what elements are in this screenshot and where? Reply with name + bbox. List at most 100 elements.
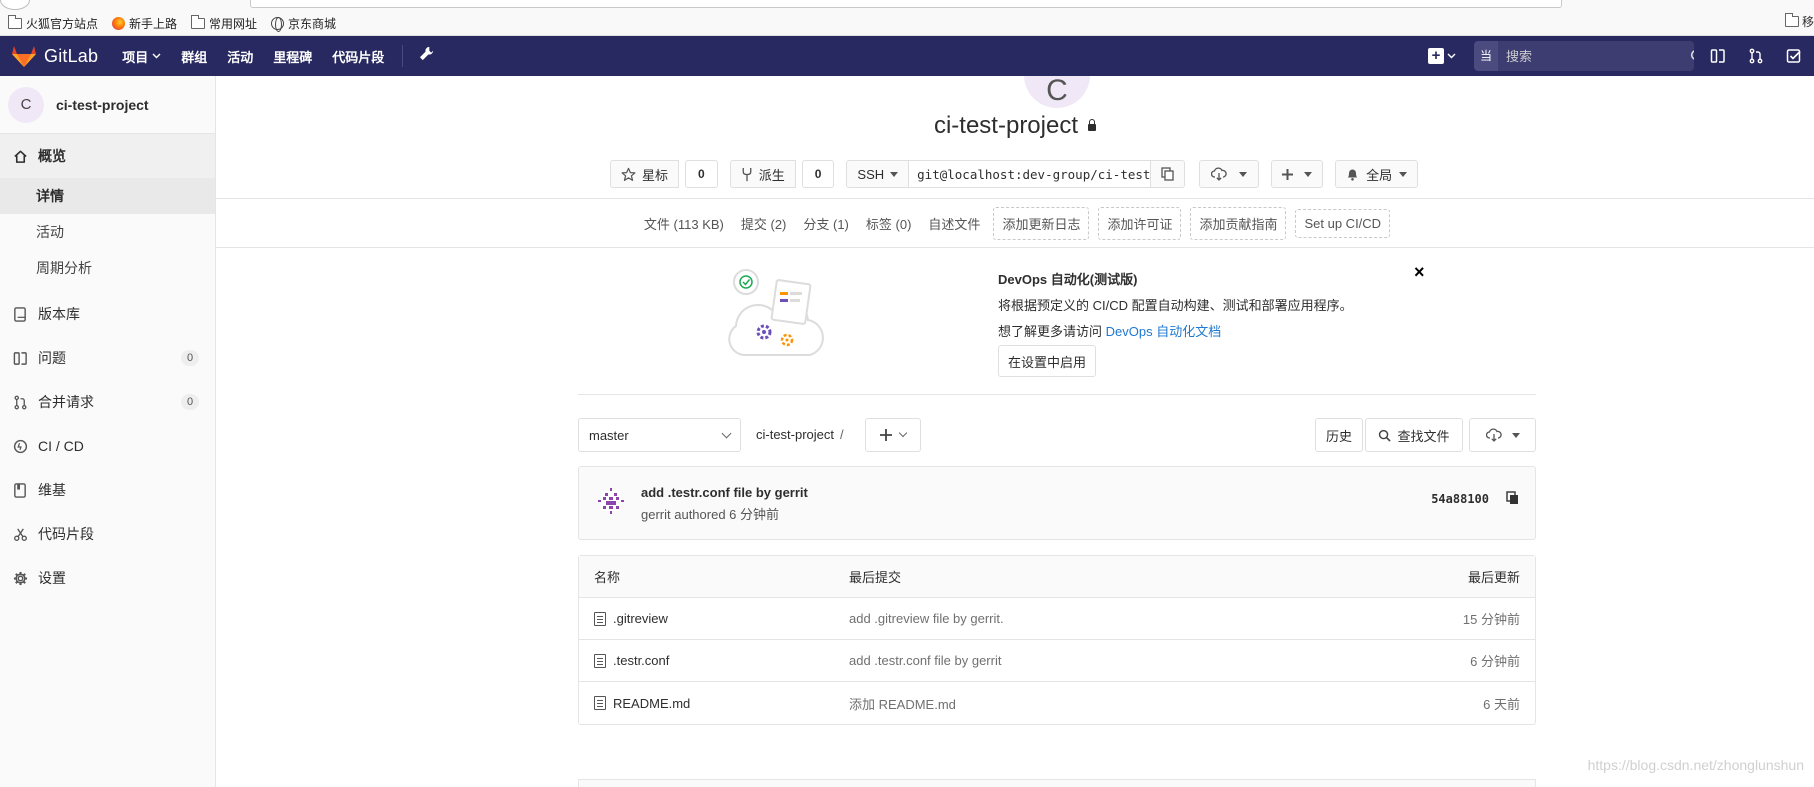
top-navbar: GitLab 项目 群组 活动 里程碑 代码片段 + 当前项目 <box>0 36 1814 76</box>
admin-wrench-icon[interactable] <box>419 46 434 66</box>
bookmark-label: 新手上路 <box>129 17 178 31</box>
file-name-link[interactable]: .testr.conf <box>613 653 669 668</box>
nav-divider <box>402 45 404 67</box>
stat-readme-link[interactable]: 自述文件 <box>924 214 984 233</box>
star-button[interactable]: 星标 <box>610 160 680 188</box>
setup-ci-button[interactable]: Set up CI/CD <box>1295 208 1391 238</box>
todo-icon[interactable] <box>1786 48 1802 64</box>
nav-activity[interactable]: 活动 <box>227 47 253 66</box>
file-updated-time: 15 分钟前 <box>1462 612 1520 627</box>
fork-count[interactable]: 0 <box>801 160 835 188</box>
user-identicon-avatar[interactable] <box>595 485 627 517</box>
notification-dropdown[interactable]: 全局 <box>1335 160 1419 188</box>
file-commit-link[interactable]: 添加 README.md <box>849 697 956 712</box>
sidebar-item-settings[interactable]: 设置 <box>0 556 215 600</box>
table-row[interactable]: .testr.conf add .testr.conf file by gerr… <box>579 640 1535 682</box>
star-count[interactable]: 0 <box>685 160 718 188</box>
table-header: 名称 最后提交 最后更新 <box>579 556 1535 598</box>
sidebar-project-header[interactable]: C ci-test-project <box>0 76 215 134</box>
sidebar-item-overview[interactable]: 概览 <box>0 134 215 178</box>
bookmark-getting-started[interactable]: 新手上路 <box>112 15 177 32</box>
fork-button[interactable]: 派生 <box>729 160 796 188</box>
bookmark-jd[interactable]: 京东商城 <box>271 15 336 32</box>
search-icon[interactable] <box>1690 41 1694 71</box>
caret-down-icon <box>1304 171 1313 177</box>
new-dropdown[interactable]: + <box>1428 48 1456 64</box>
bookmark-common-sites[interactable]: 常用网址 <box>191 15 257 32</box>
commit-title-link[interactable]: add .testr.conf file by gerrit <box>641 485 808 500</box>
stat-files-link[interactable]: 文件 (113 KB) <box>640 214 728 233</box>
folder-icon <box>191 15 206 29</box>
clone-protocol-dropdown[interactable]: SSH <box>846 160 910 188</box>
add-contributing-button[interactable]: 添加贡献指南 <box>1190 206 1287 240</box>
add-license-button[interactable]: 添加许可证 <box>1098 206 1182 240</box>
bookmark-label: 常用网址 <box>209 17 258 31</box>
merge-requests-count-badge: 0 <box>181 394 199 410</box>
table-row[interactable]: README.md 添加 README.md 6 天前 <box>579 682 1535 724</box>
chevron-down-icon <box>1447 53 1456 59</box>
gitlab-logo[interactable]: GitLab <box>12 45 98 67</box>
sidebar-subitem-cycle-analytics[interactable]: 周期分析 <box>0 250 215 286</box>
sidebar-item-wiki[interactable]: 维基 <box>0 468 215 512</box>
auto-devops-banner: DevOps 自动化(测试版) 将根据预定义的 CI/CD 配置自动构建、测试和… <box>578 260 1425 382</box>
sidebar-item-label: CI / CD <box>38 438 84 454</box>
add-changelog-button[interactable]: 添加更新日志 <box>993 206 1090 240</box>
url-bar[interactable] <box>250 0 1562 8</box>
browser-back-button[interactable] <box>0 0 30 10</box>
download-archive-dropdown[interactable] <box>1469 418 1536 452</box>
sidebar-item-label: 代码片段 <box>38 526 94 542</box>
stat-branches-link[interactable]: 分支 (1) <box>799 214 853 233</box>
project-sidebar: C ci-test-project 概览 详情 活动 周期分析 版本库 问题 0… <box>0 76 216 787</box>
readme-panel-edge <box>578 779 1536 787</box>
add-to-tree-dropdown[interactable] <box>865 418 921 452</box>
nav-snippets[interactable]: 代码片段 <box>332 47 384 66</box>
enable-in-settings-button[interactable]: 在设置中启用 <box>998 345 1097 377</box>
find-file-button[interactable]: 查找文件 <box>1365 418 1463 452</box>
file-name-link[interactable]: README.md <box>613 696 690 711</box>
chevron-down-icon <box>152 53 161 59</box>
stat-commits-link[interactable]: 提交 (2) <box>737 214 791 233</box>
bookmarks-bar: 火狐官方站点 新手上路 常用网址 京东商城 移 <box>0 0 1814 36</box>
plus-icon <box>1282 168 1294 180</box>
stat-tags-link[interactable]: 标签 (0) <box>862 214 916 233</box>
download-dropdown[interactable] <box>1199 160 1260 188</box>
caret-down-icon <box>1511 432 1520 438</box>
auto-devops-docs-link[interactable]: DevOps 自动化文档 <box>1106 324 1222 339</box>
commit-sha-link[interactable]: 54a88100 <box>1431 492 1489 506</box>
nav-groups[interactable]: 群组 <box>181 47 207 66</box>
bell-icon <box>1348 169 1358 181</box>
sidebar-item-snippets[interactable]: 代码片段 <box>0 512 215 556</box>
sidebar-item-repository[interactable]: 版本库 <box>0 292 215 336</box>
history-button[interactable]: 历史 <box>1315 418 1364 452</box>
file-commit-link[interactable]: add .testr.conf file by gerrit <box>849 653 1001 668</box>
close-icon[interactable]: × <box>1414 262 1425 283</box>
branch-dropdown[interactable]: master <box>578 418 741 452</box>
breadcrumb: ci-test-project / <box>756 427 844 442</box>
new-file-dropdown[interactable] <box>1271 160 1324 188</box>
table-row[interactable]: .gitreview add .gitreview file by gerrit… <box>579 598 1535 640</box>
search-input[interactable] <box>1498 41 1691 71</box>
copy-url-button[interactable] <box>1151 160 1186 188</box>
project-actions: 星标 0 派生 0 SSH git@localhost:dev-group/ci… <box>610 160 1419 188</box>
file-commit-link[interactable]: add .gitreview file by gerrit. <box>849 611 1004 626</box>
sidebar-item-issues[interactable]: 问题 0 <box>0 336 215 380</box>
nav-projects[interactable]: 项目 <box>122 47 161 66</box>
bookmark-label: 移 <box>1801 15 1814 29</box>
search-scope-badge[interactable]: 当前项目 <box>1474 41 1499 71</box>
bookmark-firefox-site[interactable]: 火狐官方站点 <box>8 15 98 32</box>
clone-url-field[interactable]: git@localhost:dev-group/ci-test-project.… <box>909 160 1152 188</box>
breadcrumb-project-link[interactable]: ci-test-project <box>756 427 834 442</box>
sidebar-item-ci-cd[interactable]: CI / CD <box>0 424 215 468</box>
bookmark-mobile[interactable]: 移 <box>1784 13 1814 30</box>
sidebar-subitem-details[interactable]: 详情 <box>0 178 215 214</box>
sidebar-subitem-activity[interactable]: 活动 <box>0 214 215 250</box>
issues-icon[interactable] <box>1710 48 1726 64</box>
sidebar-item-merge-requests[interactable]: 合并请求 0 <box>0 380 215 424</box>
copy-sha-button[interactable] <box>1506 491 1519 508</box>
sidebar-item-label: 版本库 <box>38 306 80 322</box>
project-title-row: ci-test-project <box>216 112 1814 140</box>
merge-request-icon[interactable] <box>1748 48 1764 64</box>
file-name-link[interactable]: .gitreview <box>613 611 668 626</box>
nav-milestones[interactable]: 里程碑 <box>273 47 312 66</box>
column-header-name: 名称 <box>594 570 621 585</box>
